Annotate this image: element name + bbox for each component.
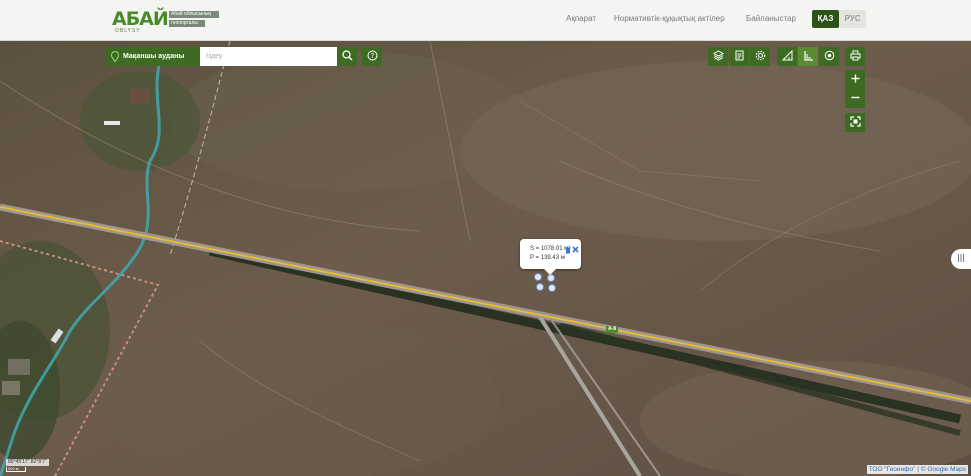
print-button[interactable] — [845, 47, 865, 66]
print-icon — [850, 48, 861, 66]
measurement-popup: S = 1078.01 м² P = 139.43 м — [520, 239, 581, 275]
point-button[interactable] — [819, 47, 839, 66]
close-icon[interactable] — [572, 240, 579, 258]
fullscreen-icon — [849, 114, 861, 132]
district-selector[interactable]: Мақаншы ауданы — [106, 47, 200, 66]
settings-button[interactable] — [750, 47, 770, 66]
google-maps-credit[interactable]: © Google Maps — [921, 466, 966, 473]
map-attribution: ТОО "Геоинфо" | © Google Maps — [866, 465, 968, 474]
legend-icon — [734, 48, 745, 66]
area-measure-icon — [803, 48, 814, 66]
scale-widget: 80°45'17" 82°8'7" 500 м — [6, 459, 49, 472]
location-pin-icon — [110, 50, 120, 70]
search-icon — [341, 48, 353, 66]
lang-button-kaz[interactable]: ҚАЗ — [812, 10, 839, 28]
scale-bar: 500 м — [6, 467, 26, 472]
road-label: А-8 — [606, 326, 619, 333]
side-panel-handle[interactable] — [951, 249, 971, 269]
logo-tagline-1: Абай облысының — [169, 11, 219, 18]
measure-distance-button[interactable] — [777, 47, 797, 66]
satellite-imagery — [0, 41, 971, 476]
target-icon — [824, 48, 835, 66]
search-input[interactable] — [200, 47, 337, 66]
drag-handle-icon — [957, 250, 965, 268]
logo-subtitle: OBLYSY — [115, 28, 141, 34]
perimeter-value: P = 139.43 м — [530, 255, 565, 261]
gear-icon — [755, 48, 766, 66]
map-canvas[interactable] — [0, 41, 971, 476]
layers-button[interactable] — [708, 47, 728, 66]
search-bar: Мақаншы ауданы ? — [106, 47, 382, 66]
nav-link-info[interactable]: Ақпарат — [566, 14, 596, 23]
search-button[interactable] — [337, 47, 357, 66]
nav-link-legal-acts[interactable]: Нормативтік-құқықтық актілер — [614, 14, 725, 23]
attribution-link[interactable]: ТОО "Геоинфо" — [869, 466, 916, 473]
lang-button-rus[interactable]: РУС — [839, 10, 866, 28]
trash-icon[interactable] — [565, 241, 571, 259]
help-icon: ? — [367, 48, 378, 66]
svg-text:?: ? — [370, 52, 374, 60]
zoom-out-button[interactable] — [845, 89, 865, 108]
legend-button[interactable] — [729, 47, 749, 66]
site-logo[interactable]: АБАЙ OBLYSY Абай облысының геопорталы — [112, 8, 222, 34]
top-header: АБАЙ OBLYSY Абай облысының геопорталы Ақ… — [0, 0, 971, 41]
measure-area-button[interactable] — [798, 47, 818, 66]
nav-link-contacts[interactable]: Байланыстар — [746, 14, 796, 23]
logo-wordmark: АБАЙ — [112, 8, 169, 30]
layers-icon — [712, 48, 724, 66]
district-label: Мақаншы ауданы — [123, 53, 185, 60]
coordinates-readout: 80°45'17" 82°8'7" — [6, 459, 49, 466]
minus-icon — [850, 90, 861, 108]
zoom-in-button[interactable] — [845, 70, 865, 89]
help-button[interactable]: ? — [362, 47, 382, 66]
logo-tagline-2: геопорталы — [169, 20, 205, 27]
ruler-icon — [781, 48, 793, 66]
full-extent-button[interactable] — [845, 113, 865, 132]
plus-icon — [850, 71, 861, 89]
